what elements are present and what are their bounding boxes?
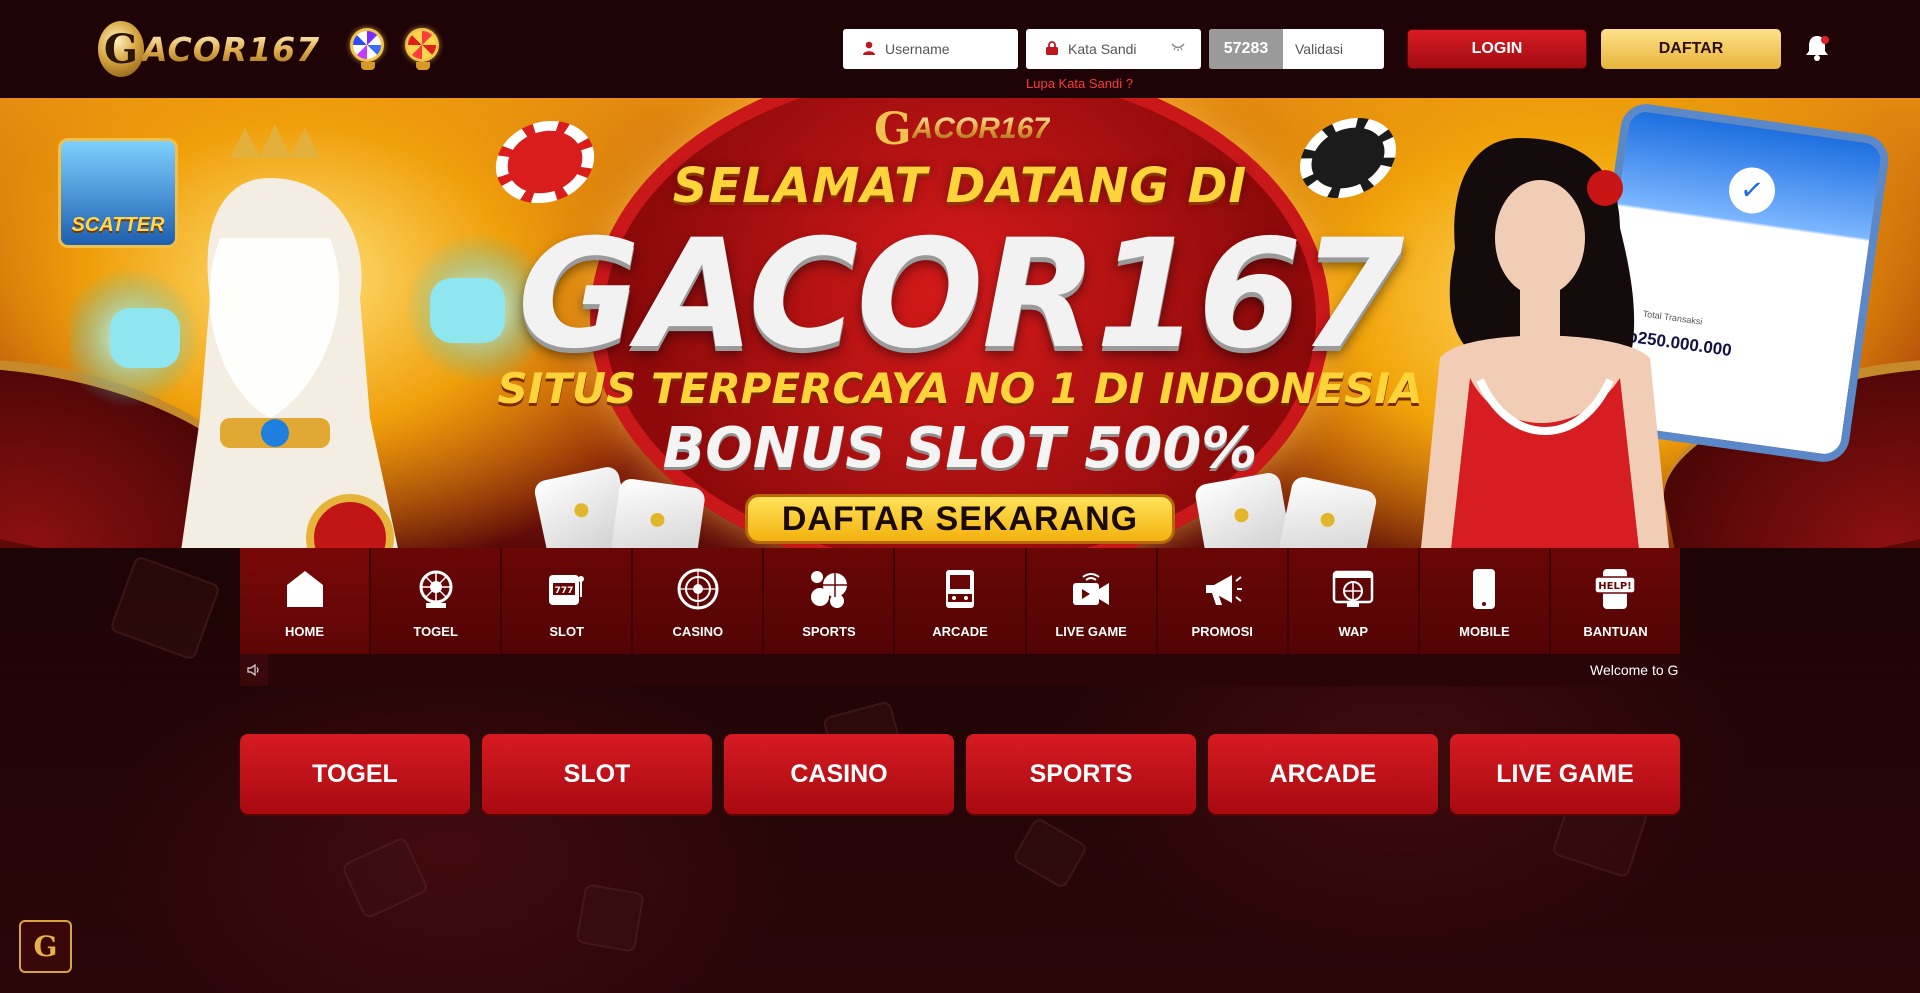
floating-logo-button[interactable]: G — [19, 920, 72, 973]
home-icon — [282, 566, 328, 612]
live-camera-icon — [1068, 566, 1114, 612]
nav-label: ARCADE — [932, 624, 988, 639]
site-logo[interactable]: G ACOR167 — [98, 18, 334, 80]
username-input[interactable]: Username — [843, 29, 1018, 69]
category-button-sports[interactable]: SPORTS — [966, 734, 1196, 814]
mobile-phone-icon — [1461, 566, 1507, 612]
banner-logo: G ACOR167 — [874, 103, 1050, 155]
nav-item-arcade[interactable]: ARCADE — [895, 548, 1027, 654]
nav-item-casino[interactable]: CASINO — [633, 548, 765, 654]
arcade-icon — [937, 566, 983, 612]
svg-text:HELP!: HELP! — [1599, 581, 1632, 592]
nav-label: TOGEL — [413, 624, 458, 639]
banner-welcome-text: SELAMAT DATANG DI — [672, 158, 1248, 214]
password-input[interactable]: Kata Sandi — [1026, 29, 1201, 69]
nav-item-sports[interactable]: SPORTS — [764, 548, 896, 654]
captcha-input-placeholder[interactable]: Validasi — [1283, 41, 1343, 57]
nav-item-togel[interactable]: TOGEL — [371, 548, 503, 654]
nav-item-promosi[interactable]: PROMOSI — [1157, 548, 1289, 654]
marquee-text: Welcome to G — [1590, 662, 1679, 678]
nav-item-bantuan[interactable]: HELP! BANTUAN — [1550, 548, 1681, 654]
category-button-live-game[interactable]: LIVE GAME — [1450, 734, 1680, 814]
nav-item-mobile[interactable]: MOBILE — [1419, 548, 1551, 654]
sports-balls-icon — [806, 566, 852, 612]
nav-label: LIVE GAME — [1055, 624, 1127, 639]
logo-wordmark: ACOR167 — [142, 29, 321, 69]
nav-label: BANTUAN — [1583, 624, 1648, 639]
forgot-password-link[interactable]: Lupa Kata Sandi ? — [1026, 75, 1236, 93]
notification-bell-icon[interactable] — [1802, 32, 1832, 62]
speaker-icon[interactable] — [240, 654, 268, 686]
die-2 — [609, 477, 707, 548]
help-phone-icon: HELP! — [1592, 566, 1638, 612]
category-button-casino[interactable]: CASINO — [724, 734, 954, 814]
register-button[interactable]: DAFTAR — [1601, 29, 1781, 69]
username-placeholder: Username — [885, 41, 950, 57]
megaphone-icon — [1199, 566, 1245, 612]
nav-item-live-game[interactable]: LIVE GAME — [1026, 548, 1158, 654]
banner-bonus-text: BONUS SLOT 500% — [662, 416, 1258, 481]
category-buttons: TOGEL SLOT CASINO SPORTS ARCADE LIVE GAME — [240, 734, 1680, 814]
die-3 — [1193, 471, 1293, 548]
web-globe-icon — [1330, 566, 1376, 612]
nav-item-slot[interactable]: 777 SLOT — [502, 548, 634, 654]
category-button-togel[interactable]: TOGEL — [240, 734, 470, 814]
show-password-icon[interactable] — [1171, 41, 1185, 55]
nav-label: WAP — [1338, 624, 1369, 639]
category-button-arcade[interactable]: ARCADE — [1208, 734, 1438, 814]
banner-brand-text: GACOR167 — [517, 208, 1405, 382]
banner-register-now-button[interactable]: DAFTAR SEKARANG — [745, 494, 1175, 544]
site-header: G ACOR167 Username Kata Sandi 57283 Vali… — [0, 0, 1920, 98]
banner-tagline: SITUS TERPERCAYA NO 1 DI INDONESIA — [497, 364, 1423, 413]
lottery-icon — [413, 566, 459, 612]
hero-banner[interactable]: SCATTER ✓ Transaksi Berhas Total Transak… — [0, 98, 1920, 548]
forgot-password-text: Lupa Kata Sandi ? — [1026, 76, 1133, 91]
password-placeholder: Kata Sandi — [1068, 41, 1137, 57]
captcha-code: 57283 — [1209, 29, 1283, 69]
nav-item-home[interactable]: HOME — [240, 548, 372, 654]
main-nav: HOME TOGEL 777 SLOT CASINO SPORTS ARCADE LIVE G… — [240, 548, 1681, 654]
captcha-field[interactable]: 57283 Validasi — [1209, 29, 1384, 69]
nav-label: HOME — [285, 624, 325, 639]
nav-label: SPORTS — [802, 624, 856, 639]
nav-label: SLOT — [549, 624, 585, 639]
nav-label: PROMOSI — [1191, 624, 1253, 639]
lock-icon — [1045, 41, 1059, 57]
roulette-icon — [675, 566, 721, 612]
nav-label: CASINO — [672, 624, 724, 639]
user-icon — [862, 41, 876, 57]
svg-text:777: 777 — [554, 586, 573, 596]
nav-label: MOBILE — [1459, 624, 1510, 639]
slot-machine-icon: 777 — [544, 566, 590, 612]
login-button[interactable]: LOGIN — [1407, 29, 1587, 69]
nav-item-wap[interactable]: WAP — [1288, 548, 1420, 654]
die-4 — [1277, 474, 1379, 548]
logo-emblem: G — [98, 21, 144, 77]
announcement-marquee: Welcome to G — [240, 654, 1680, 686]
lucky-wheel-red-icon[interactable] — [405, 28, 441, 72]
lucky-wheel-purple-icon[interactable] — [350, 28, 386, 72]
category-button-slot[interactable]: SLOT — [482, 734, 712, 814]
